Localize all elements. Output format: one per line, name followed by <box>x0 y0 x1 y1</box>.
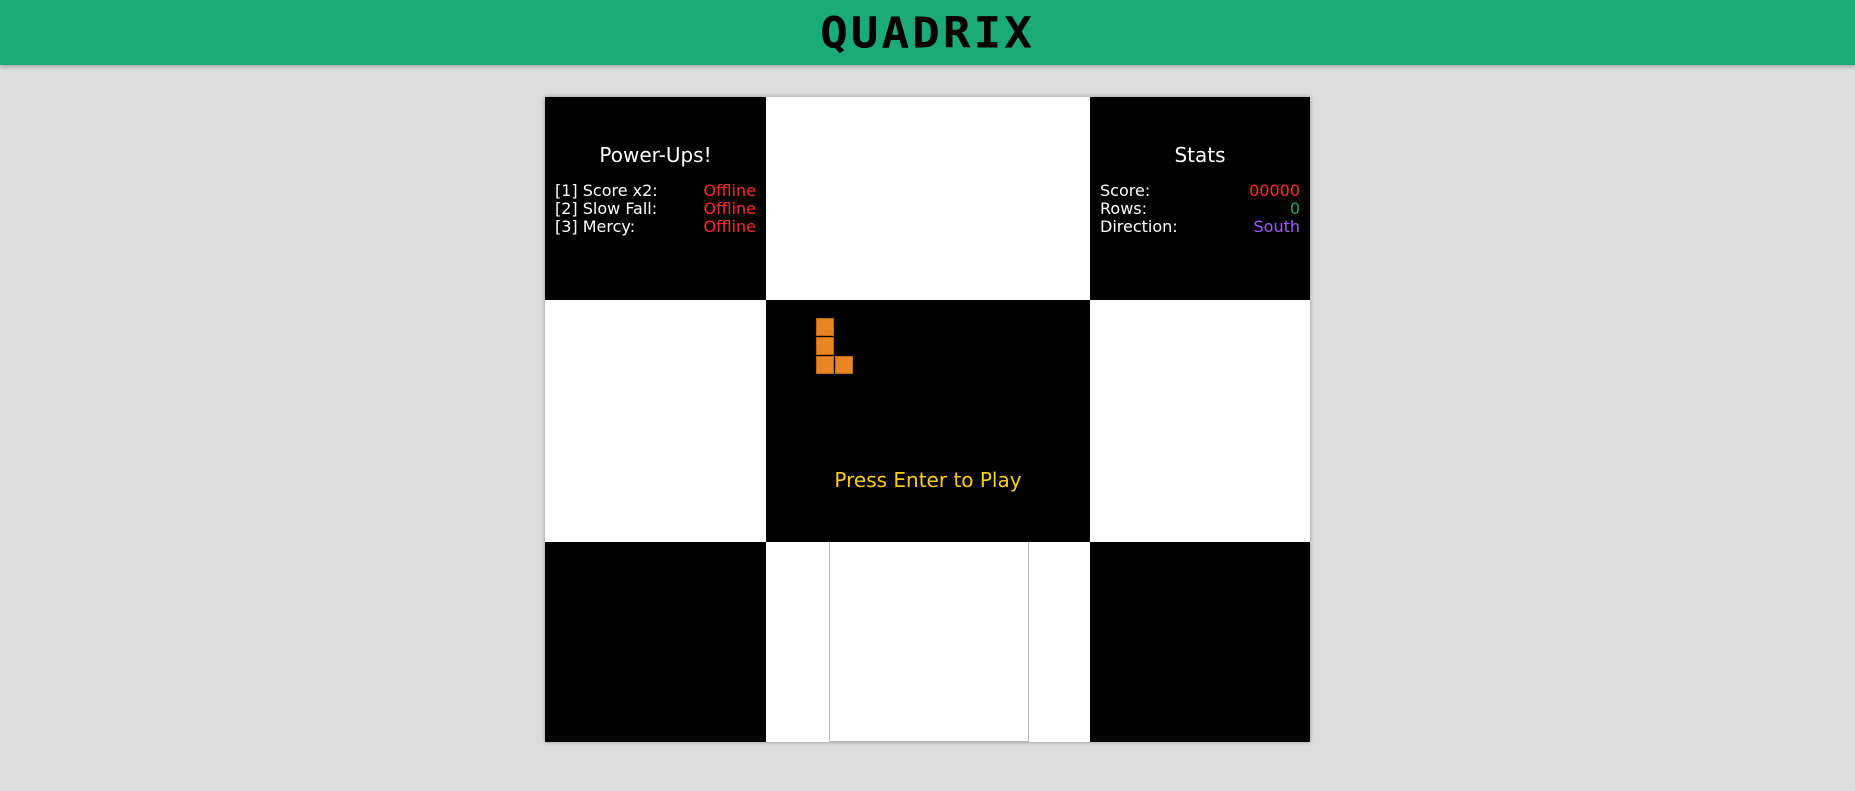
stats-panel: Stats Score: 00000 Rows: 0 Direction: So… <box>1090 97 1310 300</box>
powerups-panel: Power-Ups! [1] Score x2: Offline [2] Slo… <box>545 97 766 300</box>
game-board: Power-Ups! [1] Score x2: Offline [2] Slo… <box>545 97 1310 742</box>
quadrix-logo: QUADRIX <box>820 7 1035 58</box>
bottom-right-corner <box>1090 542 1310 742</box>
bottom-left-corner <box>545 542 766 742</box>
stats-rows-value: 0 <box>1289 199 1300 218</box>
powerup-label: [3] Mercy: <box>555 217 636 236</box>
top-well <box>766 97 1090 300</box>
powerup-row-mercy: [3] Mercy: Offline <box>555 218 756 236</box>
stats-row-direction: Direction: South <box>1100 218 1300 236</box>
press-enter-prompt: Press Enter to Play <box>834 468 1022 492</box>
powerup-status: Offline <box>703 217 757 236</box>
powerups-list: [1] Score x2: Offline [2] Slow Fall: Off… <box>555 182 756 236</box>
stats-list: Score: 00000 Rows: 0 Direction: South <box>1100 182 1300 236</box>
bottom-well-area <box>766 542 1090 742</box>
powerup-row-score-x2: [1] Score x2: Offline <box>555 182 756 200</box>
powerup-row-slow-fall: [2] Slow Fall: Offline <box>555 200 756 218</box>
stats-direction-label: Direction: <box>1100 217 1178 236</box>
piece-block <box>816 337 834 355</box>
piece-block <box>835 356 853 374</box>
header-bar: QUADRIX <box>0 0 1855 65</box>
piece-block <box>816 318 834 336</box>
stats-rows-label: Rows: <box>1100 199 1147 218</box>
powerup-label: [1] Score x2: <box>555 181 658 200</box>
powerups-title: Power-Ups! <box>599 143 712 167</box>
stats-score-label: Score: <box>1100 181 1151 200</box>
stats-score-value: 00000 <box>1249 181 1300 200</box>
right-well <box>1090 300 1310 542</box>
stats-row-score: Score: 00000 <box>1100 182 1300 200</box>
stats-direction-value: South <box>1253 217 1301 236</box>
stats-title: Stats <box>1174 143 1226 167</box>
stats-row-rows: Rows: 0 <box>1100 200 1300 218</box>
powerup-status: Offline <box>703 199 757 218</box>
powerup-label: [2] Slow Fall: <box>555 199 658 218</box>
left-well <box>545 300 766 542</box>
center-play-area: Press Enter to Play <box>766 300 1090 542</box>
powerup-status: Offline <box>703 181 757 200</box>
piece-block <box>816 356 834 374</box>
bottom-well <box>829 542 1029 742</box>
